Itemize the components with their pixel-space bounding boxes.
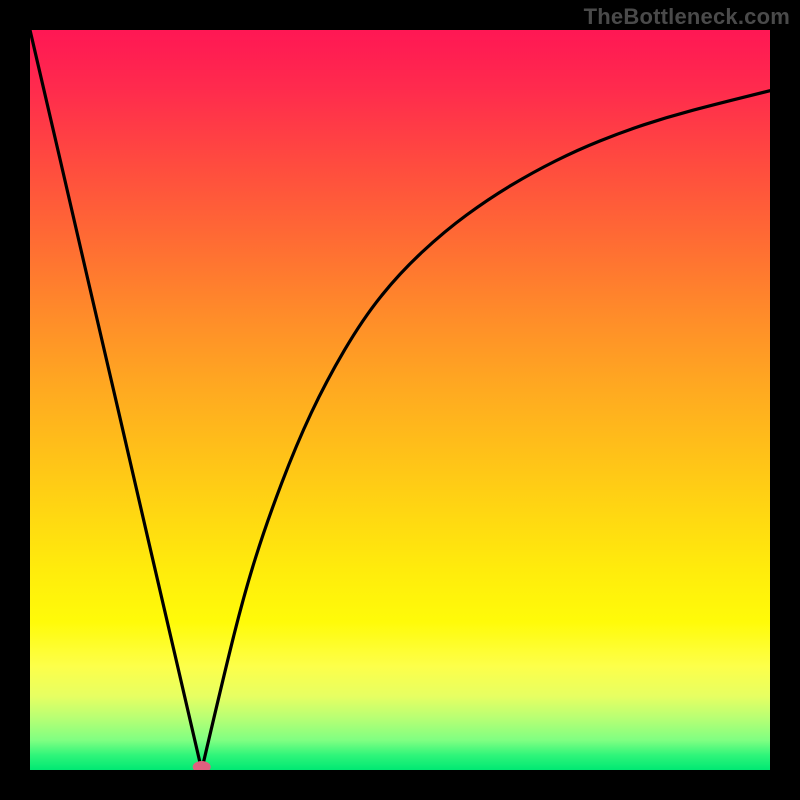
curve-left-branch bbox=[30, 30, 202, 770]
chart-container: TheBottleneck.com bbox=[0, 0, 800, 800]
curve-right-branch bbox=[202, 91, 770, 770]
watermark-label: TheBottleneck.com bbox=[584, 4, 790, 30]
bottleneck-curve bbox=[30, 30, 770, 770]
plot-area bbox=[30, 30, 770, 770]
min-marker bbox=[193, 761, 211, 770]
